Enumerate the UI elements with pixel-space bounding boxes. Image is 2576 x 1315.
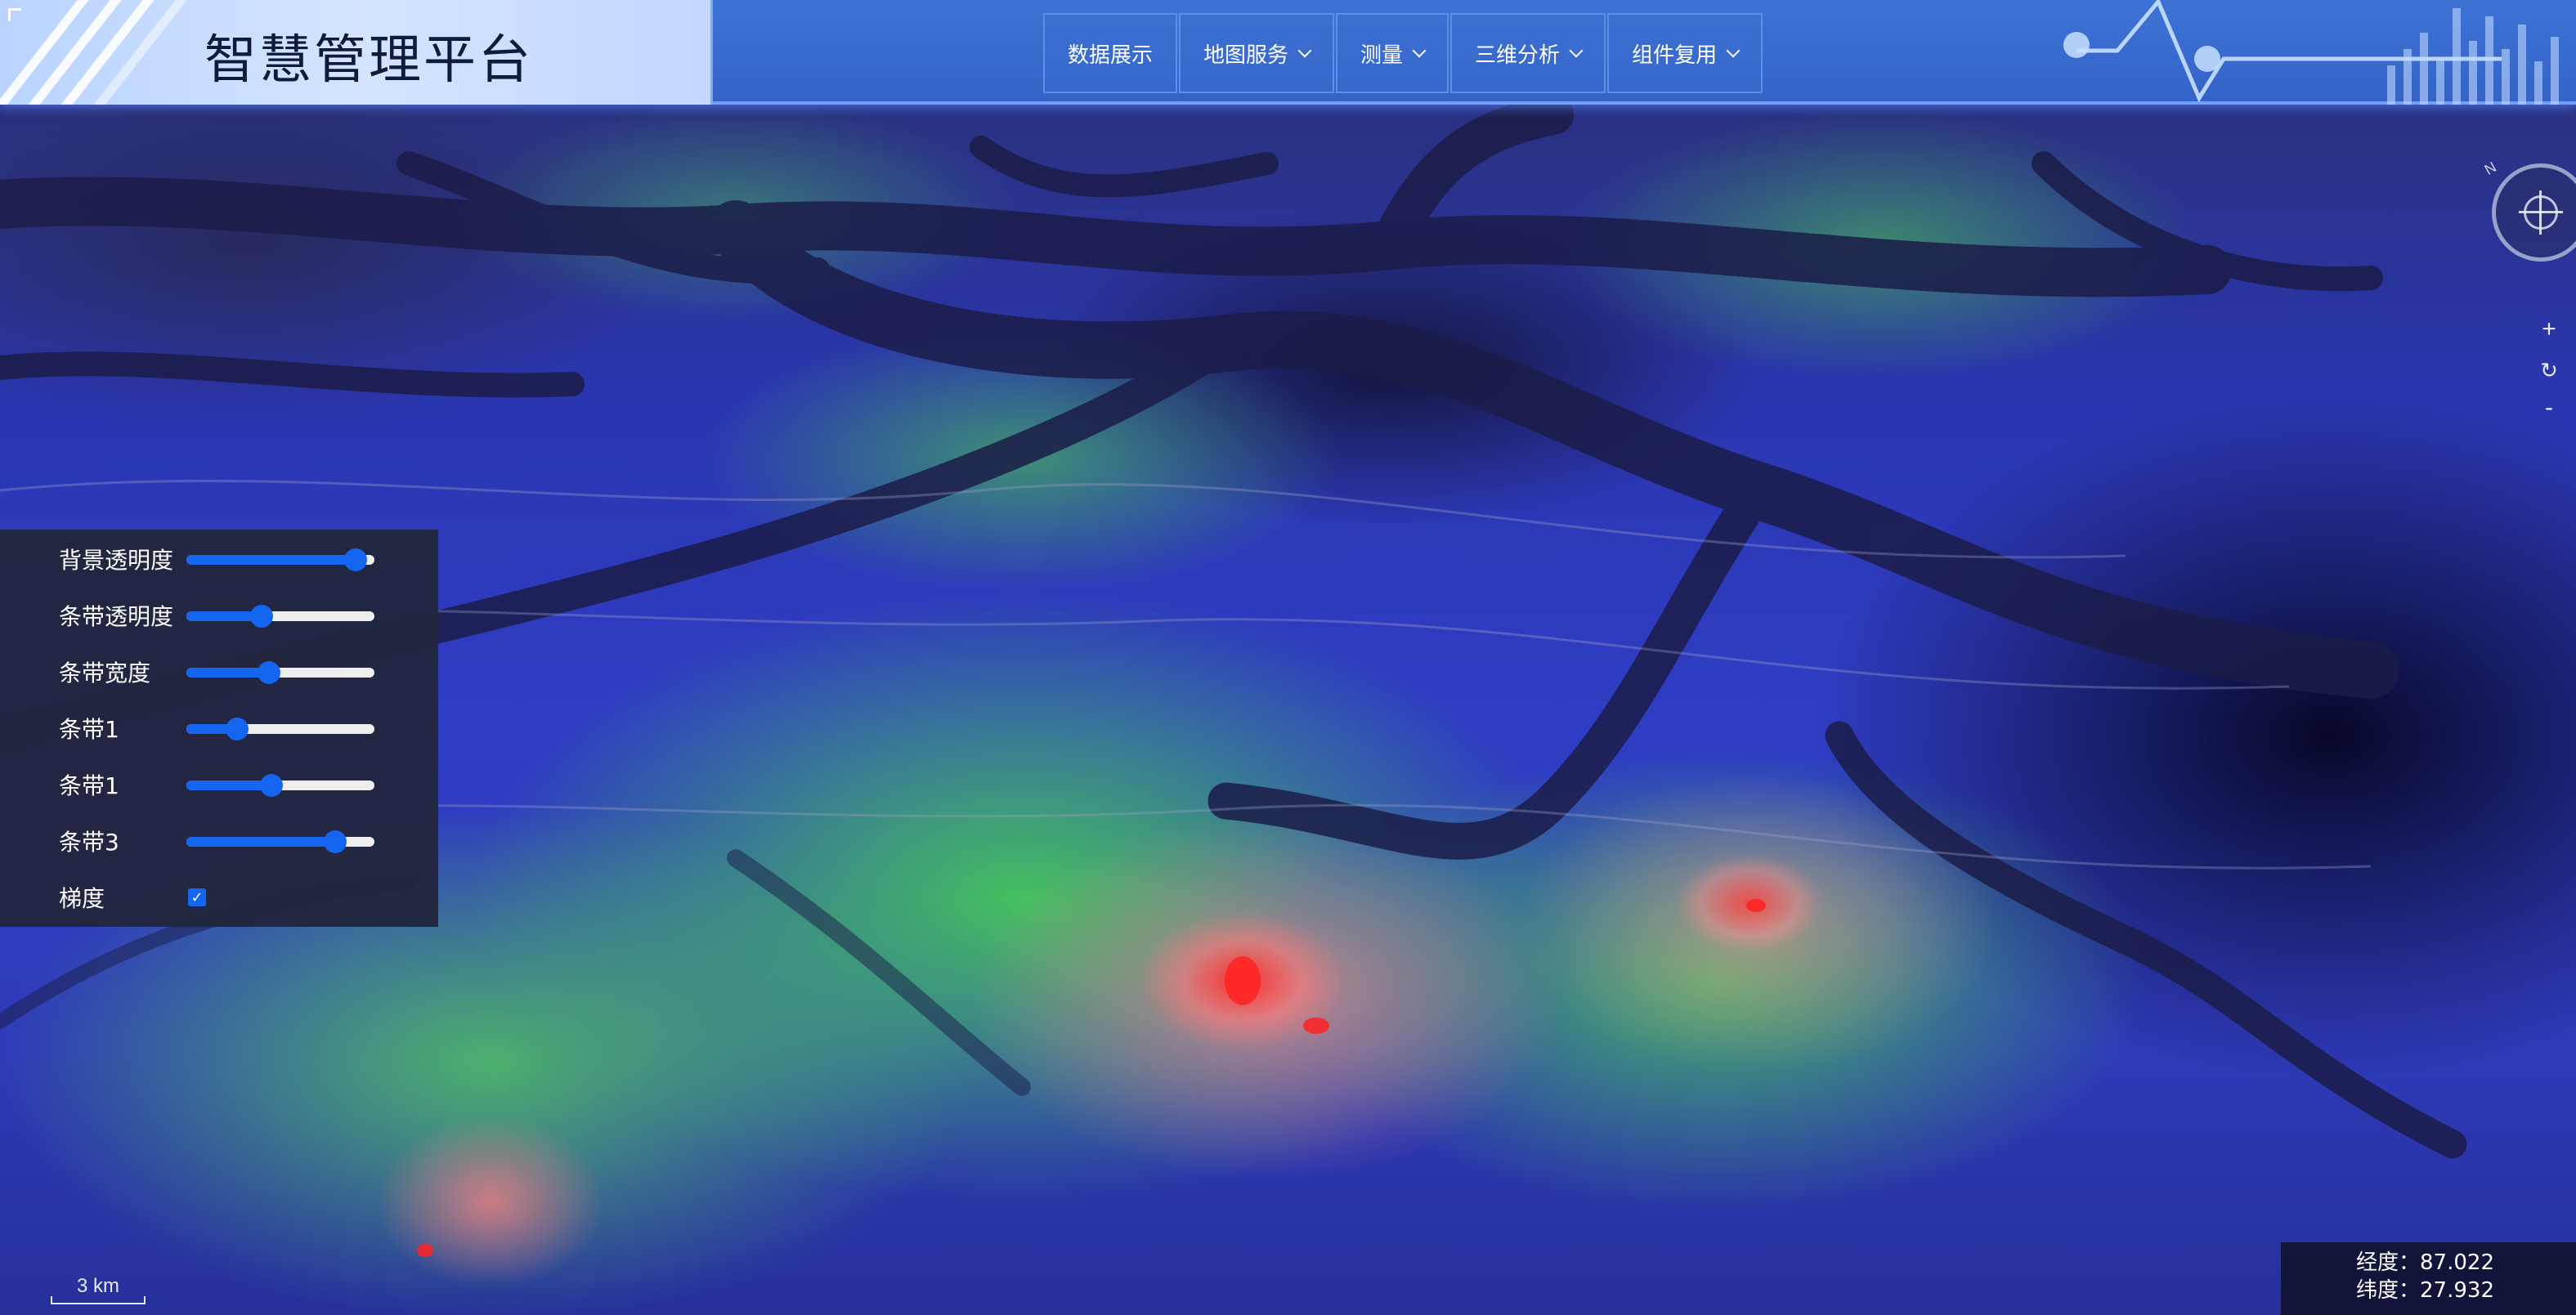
nav-data-display[interactable]: 数据展示	[1043, 13, 1178, 93]
slider-handle[interactable]	[258, 661, 281, 684]
nav-label: 组件复用	[1632, 42, 1718, 67]
band-width-slider[interactable]	[186, 661, 374, 684]
title-block: 智慧管理平台	[0, 0, 713, 105]
setting-row: 条带3	[59, 825, 374, 857]
slider-handle[interactable]	[250, 605, 273, 628]
nav-3d-analysis[interactable]: 三维分析	[1450, 13, 1606, 93]
setting-label: 条带3	[59, 829, 119, 856]
scale-bar: 3 km	[51, 1275, 146, 1304]
latitude-readout: 纬度：27.932	[2356, 1278, 2494, 1303]
reset-view-button[interactable]: ↻	[2534, 358, 2564, 382]
setting-row: 背景透明度	[59, 543, 374, 575]
gradient-checkbox[interactable]: ✓	[188, 888, 206, 906]
chevron-down-icon	[1569, 43, 1584, 58]
compass-cross	[2519, 211, 2563, 213]
slider-handle[interactable]	[259, 774, 283, 797]
setting-row: 条带宽度	[59, 655, 374, 688]
setting-row: 梯度 ✓	[59, 881, 206, 914]
zoom-out-button[interactable]: -	[2534, 396, 2564, 420]
setting-label: 梯度	[59, 885, 105, 912]
nav-map-service[interactable]: 地图服务	[1179, 13, 1335, 93]
top-header: 智慧管理平台 数据展示 地图服务 测量 三维分析 组件复用	[0, 0, 2576, 105]
scale-label: 3 km	[76, 1275, 119, 1297]
coordinate-readout: 经度：87.022 纬度：27.932	[2281, 1242, 2576, 1315]
setting-label: 条带1	[59, 716, 119, 743]
band-1-slider[interactable]	[186, 718, 374, 740]
slider-handle[interactable]	[323, 830, 347, 853]
nav-label: 三维分析	[1475, 42, 1561, 67]
setting-label: 条带宽度	[59, 660, 151, 687]
app-title: 智慧管理平台	[204, 30, 533, 91]
longitude-readout: 经度：87.022	[2356, 1250, 2494, 1275]
contour-settings-panel: 背景透明度 条带透明度 条带宽度 条带1 条带1 条带3 梯度 ✓	[0, 530, 438, 927]
nav-measure[interactable]: 测量	[1336, 13, 1449, 93]
band-2-slider[interactable]	[186, 774, 374, 797]
header-decoration	[2063, 0, 2559, 105]
slider-handle[interactable]	[226, 718, 249, 740]
nav-label: 测量	[1360, 42, 1404, 67]
corner-decoration	[8, 8, 21, 21]
main-nav: 数据展示 地图服务 测量 三维分析 组件复用	[1043, 13, 1764, 93]
chevron-down-icon	[1412, 43, 1427, 58]
background-opacity-slider[interactable]	[186, 548, 374, 571]
setting-label: 背景透明度	[59, 547, 174, 574]
setting-row: 条带1	[59, 712, 374, 745]
setting-row: 条带1	[59, 768, 374, 801]
nav-label: 地图服务	[1203, 42, 1289, 67]
nav-component-reuse[interactable]: 组件复用	[1607, 13, 1763, 93]
setting-row: 条带透明度	[59, 599, 374, 632]
setting-label: 条带1	[59, 772, 119, 799]
band-3-slider[interactable]	[186, 830, 374, 853]
slider-handle[interactable]	[344, 548, 367, 571]
chevron-down-icon	[1726, 43, 1740, 58]
zoom-in-button[interactable]: +	[2534, 317, 2564, 342]
setting-label: 条带透明度	[59, 603, 174, 630]
band-opacity-slider[interactable]	[186, 605, 374, 628]
nav-label: 数据展示	[1068, 42, 1154, 67]
chevron-down-icon	[1297, 43, 1312, 58]
scale-line	[51, 1296, 146, 1304]
